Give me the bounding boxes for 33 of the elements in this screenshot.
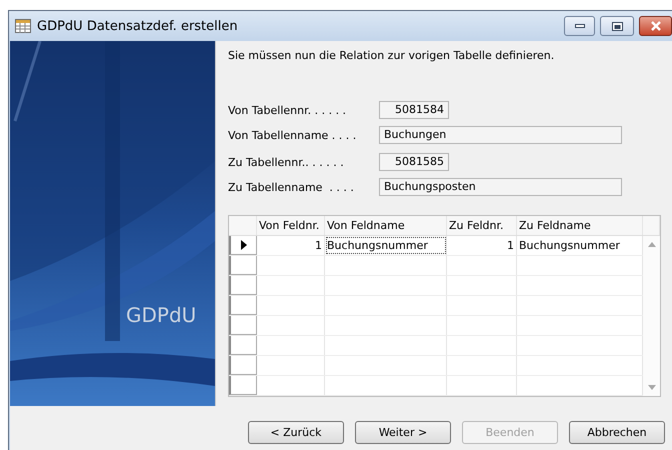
close-icon (650, 21, 662, 31)
up-arrow-icon[interactable] (648, 242, 656, 247)
window-title: GDPdU Datensatzdef. erstellen (37, 18, 239, 34)
table-cell: 1 (447, 236, 517, 255)
input-field[interactable]: Buchungsposten (379, 178, 622, 196)
current-row-icon (240, 240, 246, 250)
wizard-button[interactable]: < Zurück (248, 421, 344, 444)
column-header[interactable]: Zu Feldnr. (447, 216, 517, 235)
wizard-button[interactable]: Abbrechen (569, 421, 665, 444)
field-label: Von Tabellennr. . . . . . (228, 104, 348, 116)
table-cell: Buchungsnummer (325, 236, 447, 255)
close-button[interactable] (639, 16, 672, 36)
maximize-icon (612, 22, 622, 30)
wizard-button[interactable]: Weiter > (355, 421, 451, 444)
field-label: Von Tabellenname . . . . (228, 128, 358, 142)
input-field[interactable]: 5081585 (379, 153, 449, 171)
column-header[interactable]: Zu Feldname (517, 216, 643, 235)
minimize-button[interactable] (564, 16, 595, 36)
minimize-icon (574, 24, 584, 28)
column-header[interactable]: Von Feldname (325, 216, 447, 235)
table-cell: 1 (257, 236, 325, 255)
table-icon (15, 19, 31, 33)
input-field[interactable]: 5081584 (379, 101, 449, 119)
row-selector[interactable] (229, 236, 257, 255)
input-field[interactable]: Buchungen (379, 126, 622, 144)
scrollbar[interactable] (643, 236, 660, 396)
field-label: Zu Tabellenname . . . . (228, 180, 355, 194)
down-arrow-icon[interactable] (648, 385, 656, 390)
instruction-text: Sie müssen nun die Relation zur vorigen Tabelle definieren. (228, 49, 556, 62)
maximize-button[interactable] (600, 16, 634, 36)
column-header[interactable]: Von Feldnr. (257, 216, 325, 235)
banner-text: GDPdU (126, 303, 196, 327)
field-label: Zu Tabellennr.. . . . . . (228, 156, 345, 168)
